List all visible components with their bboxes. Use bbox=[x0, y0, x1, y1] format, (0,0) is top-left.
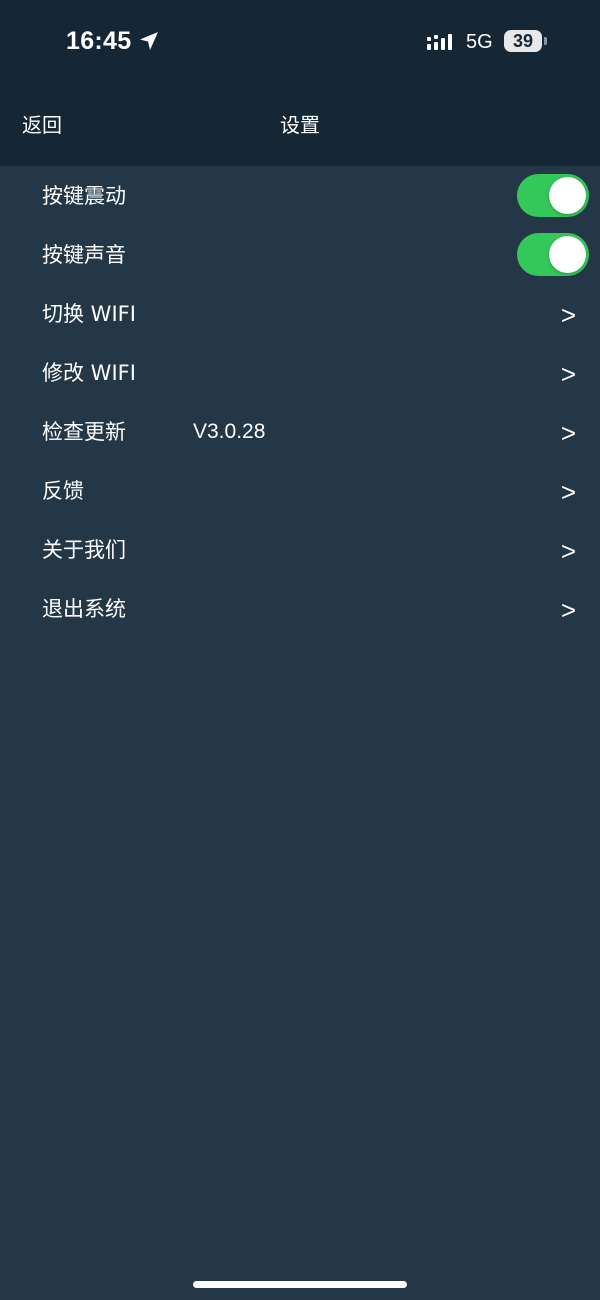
setting-logout[interactable]: 退出系统 > bbox=[0, 580, 600, 639]
chevron-right-icon: > bbox=[560, 595, 576, 625]
setting-feedback[interactable]: 反馈 > bbox=[0, 462, 600, 521]
cellular-signal-icon bbox=[427, 34, 452, 50]
chevron-right-icon: > bbox=[560, 477, 576, 507]
battery-level: 39 bbox=[512, 31, 534, 51]
setting-switch-wifi[interactable]: 切换 WIFI > bbox=[0, 285, 600, 344]
page-title: 设置 bbox=[280, 113, 320, 137]
setting-feedback-label: 反馈 bbox=[42, 479, 84, 503]
setting-about-us-label: 关于我们 bbox=[42, 538, 126, 562]
status-time: 16:45 bbox=[66, 27, 132, 55]
setting-switch-wifi-label: 切换 WIFI bbox=[42, 302, 136, 326]
app-version: V3.0.28 bbox=[193, 420, 266, 443]
settings-list: 按键震动 按键声音 切换 WIFI > 修改 WIFI > 检查更新 V3.0.… bbox=[0, 167, 600, 639]
setting-check-update-label: 检查更新 bbox=[42, 420, 126, 444]
toggle-knob bbox=[549, 177, 586, 214]
vibration-toggle[interactable] bbox=[517, 174, 589, 217]
battery-tip bbox=[544, 37, 547, 45]
status-bar: 16:45 5G 39 bbox=[0, 0, 600, 80]
chevron-right-icon: > bbox=[560, 418, 576, 448]
setting-about-us[interactable]: 关于我们 > bbox=[0, 521, 600, 580]
back-button[interactable]: 返回 bbox=[22, 112, 62, 138]
setting-modify-wifi-label: 修改 WIFI bbox=[42, 361, 136, 385]
home-indicator[interactable] bbox=[193, 1281, 407, 1288]
network-type: 5G bbox=[466, 31, 493, 53]
sound-toggle[interactable] bbox=[517, 233, 589, 276]
setting-modify-wifi[interactable]: 修改 WIFI > bbox=[0, 344, 600, 403]
nav-bar: 设置 返回 bbox=[0, 98, 600, 154]
toggle-knob bbox=[549, 236, 586, 273]
setting-vibration: 按键震动 bbox=[0, 167, 600, 226]
setting-check-update[interactable]: 检查更新 V3.0.28 > bbox=[0, 403, 600, 462]
setting-sound: 按键声音 bbox=[0, 226, 600, 285]
chevron-right-icon: > bbox=[560, 300, 576, 330]
location-arrow-icon bbox=[140, 32, 158, 50]
chevron-right-icon: > bbox=[560, 359, 576, 389]
header: 16:45 5G 39 设置 返回 bbox=[0, 0, 600, 166]
battery-icon: 39 bbox=[504, 30, 542, 52]
setting-logout-label: 退出系统 bbox=[42, 597, 126, 621]
setting-vibration-label: 按键震动 bbox=[42, 184, 126, 208]
chevron-right-icon: > bbox=[560, 536, 576, 566]
setting-sound-label: 按键声音 bbox=[42, 243, 126, 267]
